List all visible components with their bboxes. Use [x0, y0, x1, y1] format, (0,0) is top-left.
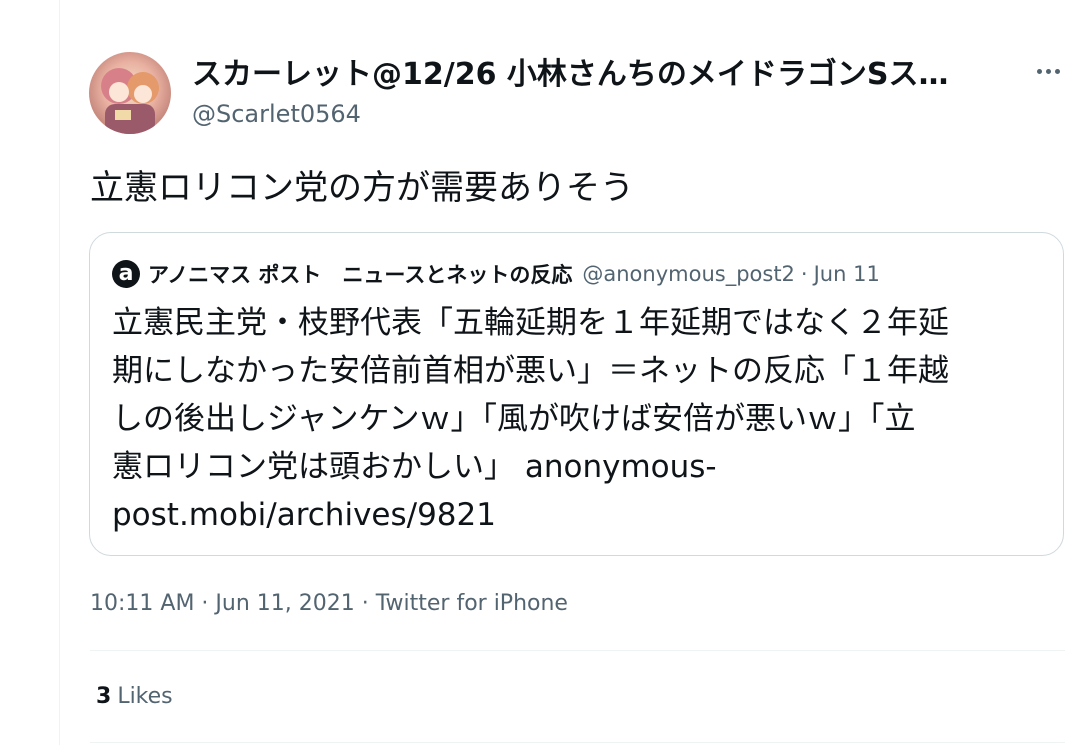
- quoted-date[interactable]: Jun 11: [814, 262, 880, 286]
- quoted-tweet[interactable]: a アノニマス ポスト ニュースとネットの反応 @anonymous_post2…: [89, 232, 1064, 556]
- display-name[interactable]: スカーレット@12/26 小林さんちのメイドラゴンSス…: [192, 56, 992, 94]
- quoted-user-avatar-icon[interactable]: a: [112, 260, 140, 288]
- divider: [90, 650, 1065, 651]
- quoted-separator: ·: [800, 262, 808, 286]
- likes-label: Likes: [117, 684, 173, 709]
- likes-count: 3: [96, 684, 112, 709]
- tweet-timestamp[interactable]: 10:11 AM · Jun 11, 2021 · Twitter for iP…: [90, 588, 568, 620]
- more-horizontal-icon-dot: [1036, 68, 1042, 74]
- tweet-text: 立憲ロリコン党の方が需要ありそう: [90, 168, 634, 208]
- quoted-user-handle[interactable]: @anonymous_post2: [582, 262, 795, 286]
- user-avatar[interactable]: [89, 52, 171, 134]
- likes-stat[interactable]: 3 Likes: [96, 681, 173, 713]
- quoted-display-name[interactable]: アノニマス ポスト ニュースとネットの反応: [148, 259, 572, 289]
- divider: [90, 742, 1065, 743]
- user-handle[interactable]: @Scarlet0564: [192, 98, 361, 130]
- quoted-tweet-text: 立憲民主党・枝野代表「五輪延期を１年延期ではなく２年延 期にしなかった安倍前首相…: [112, 305, 949, 533]
- avatar-illustration-icon: [101, 68, 159, 134]
- quoted-tweet-header: a アノニマス ポスト ニュースとネットの反応 @anonymous_post2…: [112, 259, 880, 289]
- more-horizontal-icon-dot: [1045, 68, 1051, 74]
- more-options-button[interactable]: [1030, 56, 1066, 86]
- tweet-detail: スカーレット@12/26 小林さんちのメイドラゴンSス… @Scarlet056…: [60, 0, 1076, 745]
- more-horizontal-icon-dot: [1054, 68, 1060, 74]
